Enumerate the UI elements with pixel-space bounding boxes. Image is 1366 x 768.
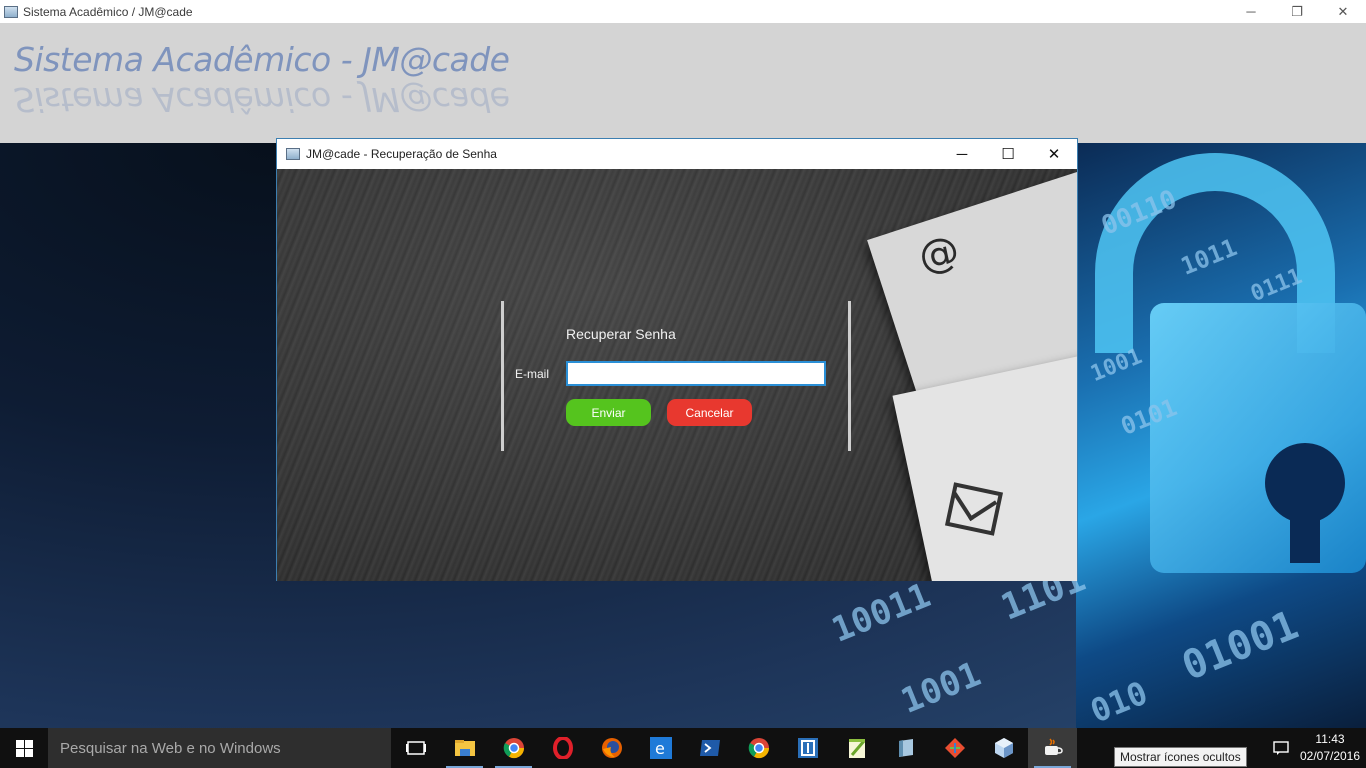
start-button[interactable] (0, 728, 48, 768)
app-blue-icon (797, 738, 818, 758)
firefox-button[interactable] (587, 728, 636, 768)
java-icon (1044, 738, 1063, 755)
left-divider (501, 301, 504, 451)
app-window-icon (4, 5, 18, 18)
dialog-controls: ─ ☐ ✕ (939, 139, 1077, 169)
right-divider (848, 301, 851, 451)
notifications-button[interactable] (1268, 740, 1294, 756)
chrome-alt-button[interactable] (734, 728, 783, 768)
edge-icon: e (649, 737, 672, 759)
task-view-button[interactable] (391, 728, 440, 768)
chrome-icon (503, 738, 524, 759)
chrome-alt-icon (748, 738, 769, 759)
powershell-icon (699, 740, 720, 756)
app-logo: Sistema Acadêmico - JM@cade (14, 40, 510, 79)
dialog-body: @ Recuperar Senha E-mail Enviar Cancelar (277, 169, 1077, 581)
git-icon (944, 738, 965, 758)
task-view-icon (405, 741, 426, 755)
cancel-button[interactable]: Cancelar (667, 399, 752, 426)
app-logo-reflection: Sistema Acadêmico - JM@cade (14, 80, 510, 119)
email-label: E-mail (515, 367, 550, 381)
clock-time: 11:43 (1315, 732, 1345, 746)
opera-button[interactable] (538, 728, 587, 768)
virtualbox-icon (994, 738, 1013, 758)
dialog-titlebar: JM@cade - Recuperação de Senha ─ ☐ ✕ (277, 139, 1077, 169)
send-button[interactable]: Enviar (566, 399, 651, 426)
close-button[interactable]: ✕ (1320, 0, 1366, 23)
app-notebook-button[interactable] (881, 728, 930, 768)
password-recovery-dialog: JM@cade - Recuperação de Senha ─ ☐ ✕ @ R… (276, 138, 1078, 581)
app-blue-button[interactable] (783, 728, 832, 768)
notepad-plus-button[interactable] (832, 728, 881, 768)
java-button[interactable] (1028, 728, 1077, 768)
dialog-close-button[interactable]: ✕ (1031, 139, 1077, 169)
firefox-icon (601, 738, 622, 758)
lock-body-shape (1150, 303, 1366, 573)
minimize-button[interactable]: ─ (1228, 0, 1274, 23)
show-hidden-icons-tooltip: Mostrar ícones ocultos (1114, 747, 1247, 767)
keyhole-slot-shape (1290, 503, 1320, 563)
form-title: Recuperar Senha (566, 326, 676, 342)
clock-date: 02/07/2016 (1299, 749, 1361, 763)
dialog-window-icon (286, 148, 300, 160)
powershell-button[interactable] (685, 728, 734, 768)
edge-button[interactable]: e (636, 728, 685, 768)
system-tray: 11:43 02/07/2016 (1268, 728, 1366, 768)
taskbar-search-box[interactable]: Pesquisar na Web e no Windows (48, 728, 391, 768)
binary-text: 1001 (895, 654, 987, 722)
dialog-title: JM@cade - Recuperação de Senha (306, 147, 497, 161)
virtualbox-button[interactable] (979, 728, 1028, 768)
taskbar-clock[interactable]: 11:43 02/07/2016 (1294, 731, 1366, 765)
header-banner: Sistema Acadêmico - JM@cade Sistema Acad… (0, 23, 1366, 143)
opera-icon (552, 737, 573, 759)
restore-button[interactable]: ❐ (1274, 0, 1320, 23)
dialog-maximize-button[interactable]: ☐ (985, 139, 1031, 169)
main-window-controls: ─ ❐ ✕ (1228, 0, 1366, 23)
notifications-icon (1273, 741, 1289, 755)
binary-text: 10011 (826, 575, 937, 651)
file-explorer-icon (454, 740, 475, 756)
main-window-titlebar: Sistema Acadêmico / JM@cade ─ ❐ ✕ (0, 0, 1366, 23)
app-notebook-icon (898, 739, 913, 757)
chrome-button[interactable] (489, 728, 538, 768)
svg-text:e: e (655, 739, 665, 758)
email-field[interactable] (566, 361, 826, 386)
file-explorer-button[interactable] (440, 728, 489, 768)
git-button[interactable] (930, 728, 979, 768)
main-window-title: Sistema Acadêmico / JM@cade (23, 4, 193, 19)
windows-logo-icon (15, 739, 33, 757)
notepad-plus-icon (848, 739, 865, 758)
dialog-minimize-button[interactable]: ─ (939, 139, 985, 169)
